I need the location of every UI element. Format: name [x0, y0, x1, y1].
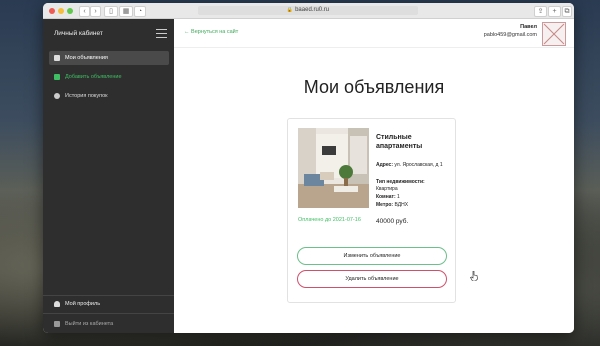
sidebar-item-label: История покупок [65, 93, 108, 99]
user-icon [54, 301, 60, 307]
close-window-icon[interactable] [49, 8, 55, 14]
metro-value: ВДНХ [394, 202, 409, 208]
tabs-icon[interactable]: ⧉ [562, 6, 572, 17]
listing-price: 40000 руб. [376, 218, 409, 225]
type-value: Квартира [376, 185, 398, 192]
sidebar-title: Личный кабинет [54, 30, 103, 37]
address-bar[interactable]: 🔒 baaed.ru0.ru [198, 6, 418, 15]
edit-listing-button[interactable]: Изменить объявление [297, 247, 447, 265]
listing-address: Адрес: ул. Ярославская, д 1 [376, 162, 454, 169]
sidebar-divider [43, 313, 174, 314]
url-text: baaed.ru0.ru [295, 7, 330, 13]
type-label: Тип недвижимости: [376, 179, 425, 185]
forward-arrow-icon[interactable]: › [90, 6, 101, 17]
share-icon[interactable]: ⇪ [534, 6, 547, 17]
user-name: Павел [520, 24, 537, 30]
listing-card: Оплачено до 2021-07-16 Стильные апартаме… [287, 118, 456, 303]
sidebar-item-label: Мои объявления [65, 55, 108, 61]
sidebar-item-label: Мой профиль [65, 301, 101, 307]
sidebar-toggle-icon[interactable]: ▯ [104, 6, 118, 17]
sidebar-item-purchase-history[interactable]: История покупок [49, 89, 169, 103]
broken-image-icon [543, 23, 565, 45]
sidebar-item-profile[interactable]: Мой профиль [49, 297, 169, 311]
delete-listing-button[interactable]: Удалить объявление [297, 270, 447, 288]
back-arrow-icon[interactable]: ‹ [79, 6, 90, 17]
address-label: Адрес: [376, 162, 393, 168]
listing-title: Стильные апартаменты [376, 134, 423, 150]
metro-label: Метро: [376, 202, 394, 208]
listing-type: Тип недвижимости: Квартира [376, 179, 454, 192]
sidebar-item-my-ads[interactable]: Мои объявления [49, 51, 169, 65]
maximize-window-icon[interactable] [67, 8, 73, 14]
plus-square-icon [54, 74, 60, 80]
hand-cursor-icon [470, 271, 478, 281]
sidebar-item-label: Добавить объявление [65, 74, 122, 80]
back-to-site-link[interactable]: ← Вернуться на сайт [184, 29, 238, 35]
clock-icon [54, 93, 60, 99]
browser-toolbar: ‹ › ▯ ▦ ◔ 🔒 baaed.ru0.ru ⇪ + ⧉ [43, 3, 574, 19]
rooms-value: 1 [397, 194, 400, 200]
sidebar-divider [43, 295, 174, 296]
listing-metro: Метро: ВДНХ [376, 202, 454, 209]
sidebar: Личный кабинет Мои объявления Добавить о… [43, 19, 174, 333]
browser-window: ‹ › ▯ ▦ ◔ 🔒 baaed.ru0.ru ⇪ + ⧉ Личный каб… [43, 3, 574, 333]
rooms-label: Комнат: [376, 194, 396, 200]
address-value: ул. Ярославская, д 1 [394, 162, 443, 168]
avatar[interactable] [542, 22, 566, 46]
paid-until-label: Оплачено до 2021-07-16 [298, 217, 361, 223]
minimize-window-icon[interactable] [58, 8, 64, 14]
main-content: ← Вернуться на сайт Павел pablo459@gmail… [174, 19, 574, 333]
header-divider [174, 47, 574, 48]
user-email: pablo459@gmail.com [483, 32, 537, 38]
hamburger-menu-icon[interactable] [156, 29, 167, 38]
sidebar-item-logout[interactable]: Выйти из кабинета [49, 317, 169, 331]
page-title: Мои объявления [303, 77, 445, 97]
privacy-shield-icon[interactable]: ◔ [134, 6, 146, 17]
back-link-label: Вернуться на сайт [191, 29, 239, 35]
key-icon [54, 321, 60, 327]
sidebar-item-add-ad[interactable]: Добавить объявление [49, 70, 169, 84]
document-icon [54, 55, 60, 61]
listing-photo[interactable] [298, 128, 369, 208]
lock-icon: 🔒 [286, 7, 294, 13]
listing-rooms: Комнат: 1 [376, 194, 454, 201]
apartment-photo [298, 128, 369, 208]
new-tab-icon[interactable]: + [548, 6, 561, 17]
arrow-left-icon: ← [184, 29, 190, 35]
sidebar-item-label: Выйти из кабинета [65, 321, 114, 327]
tab-overview-icon[interactable]: ▦ [119, 6, 133, 17]
